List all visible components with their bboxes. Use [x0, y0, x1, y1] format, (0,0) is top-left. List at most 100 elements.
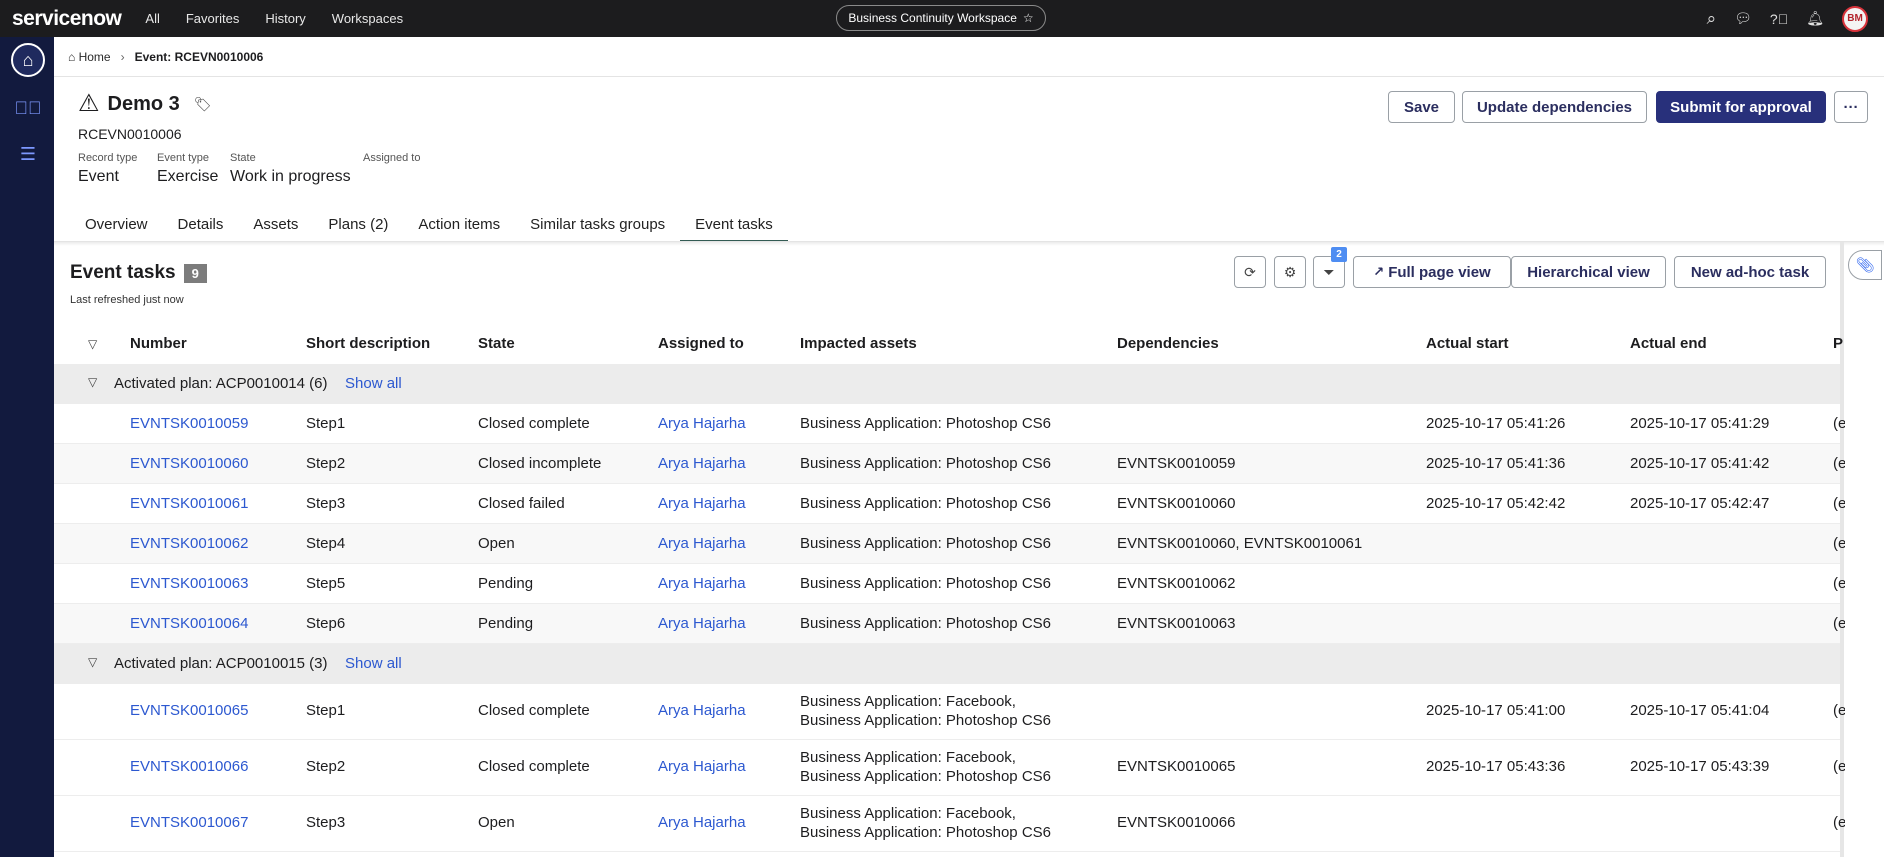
help-icon[interactable]: ?⃝ — [1770, 11, 1788, 27]
star-icon[interactable]: ☆ — [1023, 11, 1034, 25]
warning-icon: ⚠ — [78, 90, 100, 117]
nav-history[interactable]: History — [265, 11, 305, 26]
field-assigned-to: Assigned to — [363, 152, 420, 168]
bell-icon[interactable]: 🔔︎ — [1806, 10, 1824, 27]
task-number-link[interactable]: EVNTSK0010060 — [130, 455, 248, 472]
table-row[interactable]: EVNTSK0010060 Step2 Closed incomplete Ar… — [54, 444, 1845, 484]
nav-all[interactable]: All — [145, 11, 159, 26]
tab-action-items[interactable]: Action items — [403, 212, 515, 242]
col-number[interactable]: Number — [130, 335, 187, 352]
show-all-link[interactable]: Show all — [345, 375, 402, 392]
gear-icon[interactable]: ⚙ — [1274, 256, 1306, 288]
table-header: ▽ Number Short description State Assigne… — [54, 324, 1843, 364]
save-button[interactable]: Save — [1388, 91, 1455, 123]
list-icon[interactable]: ☰ — [11, 137, 45, 171]
tab-similar-tasks-groups[interactable]: Similar tasks groups — [515, 212, 680, 242]
hierarchical-view-button[interactable]: Hierarchical view — [1511, 256, 1666, 288]
breadcrumb-home[interactable]: ⌂ Home — [68, 50, 111, 64]
table-row[interactable]: EVNTSK0010062 Step4 Open Arya Hajarha Bu… — [54, 524, 1845, 564]
paperclip-icon[interactable]: 📎︎ — [1848, 250, 1882, 280]
tab-event-tasks[interactable]: Event tasks — [680, 212, 788, 242]
col-actual-end[interactable]: Actual end — [1630, 335, 1707, 352]
task-number-link[interactable]: EVNTSK0010062 — [130, 535, 248, 552]
col-short-description[interactable]: Short description — [306, 335, 430, 352]
check-circle-icon[interactable]: ✓⃝ — [11, 91, 45, 125]
task-number-link[interactable]: EVNTSK0010065 — [130, 702, 248, 719]
col-state[interactable]: State — [478, 335, 515, 352]
update-dependencies-button[interactable]: Update dependencies — [1462, 91, 1647, 123]
new-ad-hoc-task-button[interactable]: New ad-hoc task — [1674, 256, 1826, 288]
assignee-link[interactable]: Arya Hajarha — [658, 702, 746, 719]
actual-end: 2025-10-17 05:42:47 — [1630, 495, 1770, 512]
home-icon[interactable]: ⌂ — [11, 43, 45, 77]
actual-start: 2025-10-17 05:41:36 — [1426, 455, 1566, 472]
chevron-down-icon[interactable]: ▽ — [88, 375, 97, 389]
full-page-view-button[interactable]: ↗ Full page view — [1353, 256, 1511, 288]
search-icon[interactable]: ⌕ — [1707, 9, 1717, 29]
assignee-link[interactable]: Arya Hajarha — [658, 575, 746, 592]
plan-group-row[interactable]: ▽ Activated plan: ACP0010015 (3) Show al… — [54, 644, 1840, 684]
assignee-link[interactable]: Arya Hajarha — [658, 415, 746, 432]
nav-favorites[interactable]: Favorites — [186, 11, 239, 26]
breadcrumb-current[interactable]: Event: RCEVN0010006 — [135, 50, 264, 64]
assignee-link[interactable]: Arya Hajarha — [658, 495, 746, 512]
submit-for-approval-button[interactable]: Submit for approval — [1656, 91, 1826, 123]
tab-overview[interactable]: Overview — [70, 212, 163, 242]
dependencies: EVNTSK0010065 — [1117, 758, 1236, 775]
impacted-assets: Business Application: Photoshop CS6 — [800, 575, 1051, 592]
chat-icon[interactable]: 💬︎ — [1734, 10, 1752, 27]
tab-details[interactable]: Details — [163, 212, 239, 242]
col-actual-start[interactable]: Actual start — [1426, 335, 1509, 352]
table-row[interactable]: EVNTSK0010063 Step5 Pending Arya Hajarha… — [54, 564, 1845, 604]
table-row[interactable]: EVNTSK0010059 Step1 Closed complete Arya… — [54, 404, 1845, 444]
impacted-assets: Business Application: Photoshop CS6 — [800, 455, 1051, 472]
field-label: Assigned to — [363, 152, 421, 164]
task-number-link[interactable]: EVNTSK0010067 — [130, 814, 248, 831]
refresh-icon[interactable]: ⟳ — [1234, 256, 1266, 288]
servicenow-logo[interactable]: servicenow — [12, 7, 122, 31]
tabs-shadow — [54, 242, 1884, 246]
col-assigned-to[interactable]: Assigned to — [658, 335, 744, 352]
task-number-link[interactable]: EVNTSK0010066 — [130, 758, 248, 775]
assignee-link[interactable]: Arya Hajarha — [658, 758, 746, 775]
table-row[interactable]: EVNTSK0010067 Step3 Open Arya Hajarha Bu… — [54, 796, 1845, 852]
impacted-assets: Business Application: Photoshop CS6 — [800, 615, 1051, 632]
task-number-link[interactable]: EVNTSK0010061 — [130, 495, 248, 512]
impacted-assets-line-1: Business Application: Facebook, — [800, 805, 1016, 822]
more-actions-button[interactable]: ··· — [1834, 91, 1868, 123]
table-row[interactable]: EVNTSK0010065 Step1 Closed complete Arya… — [54, 684, 1845, 740]
tab-assets[interactable]: Assets — [238, 212, 313, 242]
col-dependencies[interactable]: Dependencies — [1117, 335, 1219, 352]
task-state: Pending — [478, 615, 534, 632]
col-impacted-assets[interactable]: Impacted assets — [800, 335, 917, 352]
field-label: State — [230, 152, 256, 164]
field-value: Exercise — [157, 168, 219, 185]
actual-end: 2025-10-17 05:41:42 — [1630, 455, 1770, 472]
chevron-down-icon[interactable]: ▽ — [88, 655, 97, 669]
table-row[interactable]: EVNTSK0010061 Step3 Closed failed Arya H… — [54, 484, 1845, 524]
record-tabs: Overview Details Assets Plans (2) Action… — [54, 212, 1884, 242]
field-event-type: Event type Exercise — [157, 152, 218, 186]
task-number-link[interactable]: EVNTSK0010063 — [130, 575, 248, 592]
table-row[interactable]: EVNTSK0010066 Step2 Closed complete Arya… — [54, 740, 1845, 796]
task-number-link[interactable]: EVNTSK0010059 — [130, 415, 248, 432]
collapse-all-chevron-icon[interactable]: ▽ — [88, 337, 97, 351]
assignee-link[interactable]: Arya Hajarha — [658, 455, 746, 472]
workspace-selector[interactable]: Business Continuity Workspace ☆ — [836, 5, 1046, 31]
task-state: Closed incomplete — [478, 455, 602, 472]
nav-workspaces[interactable]: Workspaces — [332, 11, 403, 26]
user-avatar[interactable]: BM — [1842, 5, 1868, 32]
table-row[interactable]: EVNTSK0010064 Step6 Pending Arya Hajarha… — [54, 604, 1845, 644]
impacted-assets: Business Application: Photoshop CS6 — [800, 535, 1051, 552]
tab-plans[interactable]: Plans (2) — [313, 212, 403, 242]
plan-group-row[interactable]: ▽ Activated plan: ACP0010014 (6) Show al… — [54, 364, 1840, 404]
assignee-link[interactable]: Arya Hajarha — [658, 615, 746, 632]
tag-icon[interactable]: 🏷︎ — [194, 96, 212, 113]
assignee-link[interactable]: Arya Hajarha — [658, 535, 746, 552]
task-number-link[interactable]: EVNTSK0010064 — [130, 615, 248, 632]
col-p[interactable]: P — [1833, 335, 1843, 352]
truncated-cell: (e — [1833, 702, 1845, 719]
show-all-link[interactable]: Show all — [345, 655, 402, 672]
group-label: Activated plan: ACP0010015 (3) — [114, 655, 328, 672]
assignee-link[interactable]: Arya Hajarha — [658, 814, 746, 831]
